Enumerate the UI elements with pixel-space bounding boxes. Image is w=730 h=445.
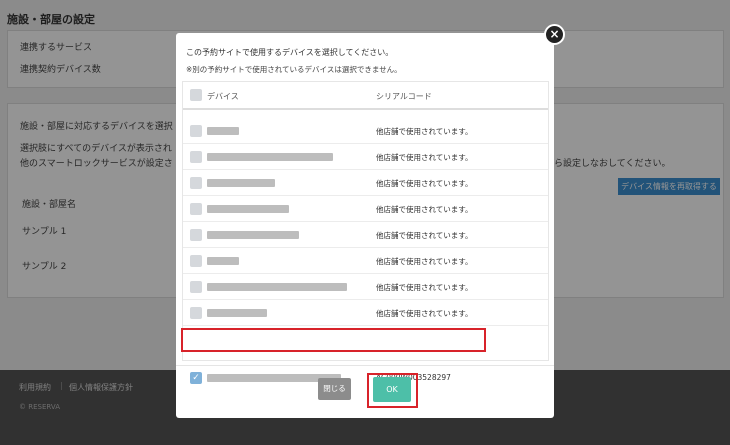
device-checkbox-disabled [190, 281, 202, 293]
device-status: 他店舗で使用されています。 [376, 283, 473, 292]
modal-close-icon[interactable]: × [544, 24, 565, 45]
modal-message-1: この予約サイトで使用するデバイスを選択してください。 [186, 48, 394, 57]
device-checkbox-disabled [190, 151, 202, 163]
device-checkbox-disabled [190, 255, 202, 267]
device-status: 他店舗で使用されています。 [376, 257, 473, 266]
device-status: 他店舗で使用されています。 [376, 205, 473, 214]
device-checkbox-disabled [190, 177, 202, 189]
device-row: 他店舗で使用されています。 [183, 248, 548, 274]
device-checkbox-disabled [190, 307, 202, 319]
serial-column-header: シリアルコード [376, 92, 432, 101]
device-select-modal: この予約サイトで使用するデバイスを選択してください。 ※別の予約サイトで使用され… [176, 33, 554, 418]
redacted-device-name [207, 153, 333, 161]
device-row: 他店舗で使用されています。 [183, 222, 548, 248]
device-row: 他店舗で使用されています。 [183, 300, 548, 326]
redacted-device-name [207, 231, 299, 239]
device-column-header: デバイス [207, 92, 239, 101]
modal-divider [176, 365, 554, 366]
device-list: デバイス シリアルコード 他店舗で使用されています。 他店舗で使用されています。他… [182, 81, 549, 384]
device-status: 他店舗で使用されています。 [376, 127, 473, 136]
redacted-device-name [207, 283, 347, 291]
device-row: 他店舗で使用されています。 [183, 170, 548, 196]
device-list-header: デバイス シリアルコード [183, 82, 548, 110]
close-button[interactable]: 閉じる [318, 378, 351, 400]
device-checkbox-checked[interactable]: ✓ [190, 372, 202, 384]
redacted-device-name [207, 257, 239, 265]
redacted-device-name [207, 127, 239, 135]
device-status: 他店舗で使用されています。 [376, 179, 473, 188]
device-row: 他店舗で使用されています。 [183, 144, 548, 170]
device-status: 他店舗で使用されています。 [376, 231, 473, 240]
device-status: 他店舗で使用されています。 [376, 153, 473, 162]
device-row: 他店舗で使用されています。 [183, 274, 548, 300]
device-row: 他店舗で使用されています。 [183, 118, 548, 144]
device-row: 他店舗で使用されています。 [183, 196, 548, 222]
selected-device-row[interactable]: ✓ AC000W003528297 [183, 365, 548, 391]
redacted-device-name [207, 205, 289, 213]
redacted-device-name [207, 309, 267, 317]
device-checkbox-disabled [190, 203, 202, 215]
device-checkbox-disabled [190, 229, 202, 241]
select-all-checkbox[interactable] [190, 89, 202, 101]
ok-button-highlight [367, 373, 418, 408]
device-checkbox-disabled [190, 125, 202, 137]
redacted-device-name [207, 179, 275, 187]
device-status: 他店舗で使用されています。 [376, 309, 473, 318]
modal-message-2: ※別の予約サイトで使用されているデバイスは選択できません。 [186, 65, 402, 74]
selected-row-highlight [181, 328, 486, 352]
